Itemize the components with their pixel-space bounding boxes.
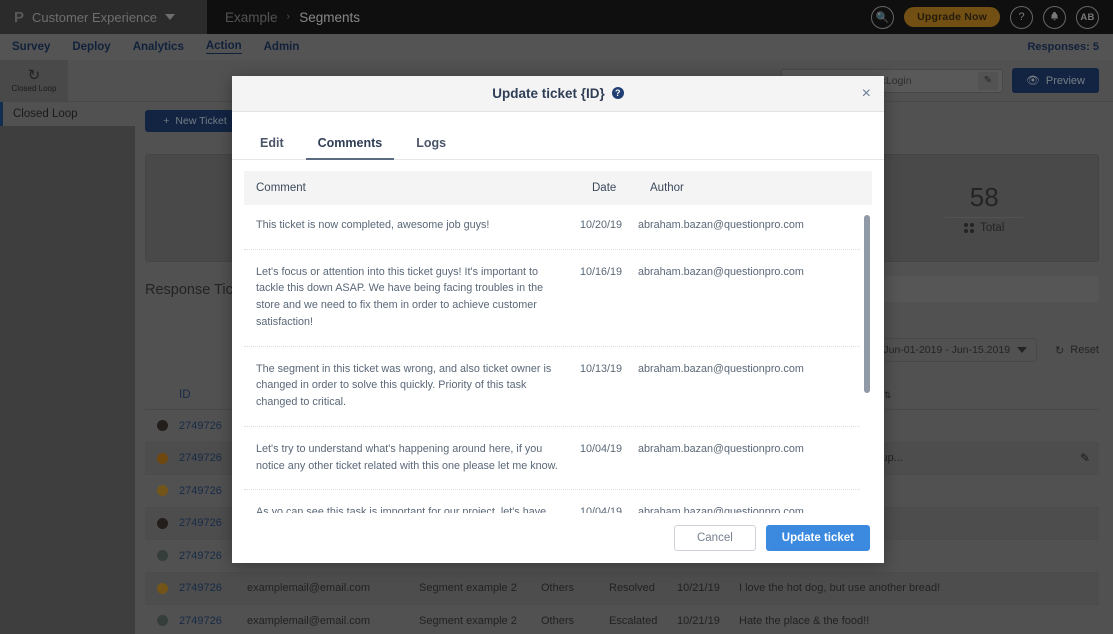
comment-date: 10/16/19 (580, 265, 623, 278)
comment-text: This ticket is now completed, awesome jo… (256, 219, 490, 231)
comments-scroll-area: This ticket is now completed, awesome jo… (244, 205, 872, 513)
comment-row: As yo can see this task is important for… (244, 490, 860, 513)
comment-author: abraham.bazan@questionpro.com (638, 219, 804, 231)
col-date: Date (592, 182, 617, 194)
col-comment: Comment (256, 182, 306, 194)
comments-table-header: Comment Date Author (244, 171, 872, 205)
comment-author: abraham.bazan@questionpro.com (638, 442, 804, 455)
comment-date: 10/04/19 (580, 442, 623, 455)
comment-date: 10/13/19 (580, 362, 623, 375)
comment-author: abraham.bazan@questionpro.com (638, 265, 804, 278)
comment-row: Let's try to understand what's happening… (244, 427, 860, 491)
comment-text: Let's focus or attention into this ticke… (256, 265, 544, 328)
comment-date: 10/20/19 (580, 219, 623, 231)
modal-footer: Cancel Update ticket (232, 513, 884, 563)
update-ticket-modal: Update ticket {ID}? × Edit Comments Logs… (232, 76, 884, 563)
tab-edit[interactable]: Edit (246, 136, 298, 159)
scrollbar-track[interactable] (864, 207, 871, 511)
cancel-button[interactable]: Cancel (673, 525, 756, 551)
comment-text: As yo can see this task is important for… (256, 506, 547, 513)
help-icon[interactable]: ? (611, 87, 624, 100)
tab-comments[interactable]: Comments (304, 136, 397, 160)
modal-title: Update ticket {ID} (492, 85, 605, 101)
modal-tabs: Edit Comments Logs (232, 112, 884, 160)
comment-date: 10/04/19 (580, 506, 623, 513)
comment-author: abraham.bazan@questionpro.com (638, 506, 804, 513)
update-ticket-button[interactable]: Update ticket (765, 525, 870, 551)
comment-text: The segment in this ticket was wrong, an… (256, 362, 552, 409)
comments-list: This ticket is now completed, awesome jo… (244, 205, 860, 513)
comment-row: This ticket is now completed, awesome jo… (244, 205, 860, 250)
comment-row: Let's focus or attention into this ticke… (244, 250, 860, 347)
comment-text: Let's try to understand what's happening… (256, 442, 558, 472)
modal-header: Update ticket {ID}? × (232, 76, 884, 112)
tab-logs[interactable]: Logs (402, 136, 460, 159)
close-icon[interactable]: × (862, 86, 871, 102)
col-author: Author (650, 182, 684, 194)
screen: P Customer Experience Example › Segments… (0, 0, 1113, 634)
modal-title-row: Update ticket {ID}? (492, 85, 624, 103)
comment-row: The segment in this ticket was wrong, an… (244, 347, 860, 427)
comment-author: abraham.bazan@questionpro.com (638, 362, 804, 375)
scrollbar-thumb[interactable] (864, 215, 870, 393)
